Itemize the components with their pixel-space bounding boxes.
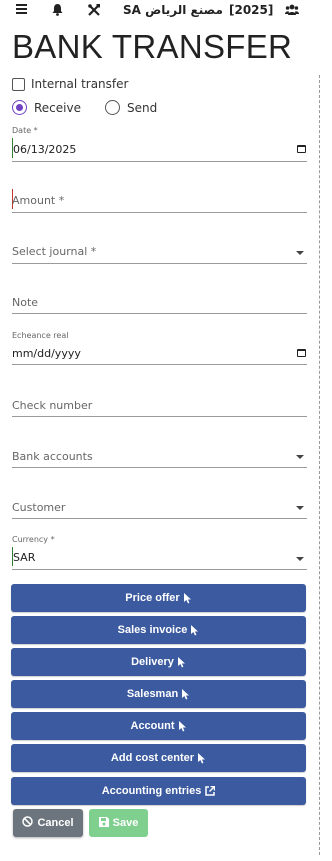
calendar-icon[interactable] [297, 349, 306, 357]
pointer-icon [183, 592, 192, 604]
price-offer-button[interactable]: Price offer [11, 584, 306, 612]
salesman-label: Salesman [126, 688, 179, 700]
check-number-input[interactable]: Check number [12, 399, 92, 412]
radio-receive[interactable]: Receive [12, 100, 81, 115]
tools-icon[interactable] [88, 4, 100, 16]
pointer-icon [198, 752, 206, 764]
account-button[interactable]: Account [11, 712, 306, 740]
account-label: Account [130, 720, 175, 732]
external-link-icon [205, 786, 216, 796]
floppy-disk-icon [98, 816, 113, 830]
check-number-field[interactable]: Check number [12, 390, 307, 417]
cancel-button[interactable]: Cancel [13, 809, 83, 837]
top-bar: SA مصنع الرياض [2025] [0, 0, 332, 22]
accounting-entries-label: Accounting entries [101, 785, 202, 797]
echeance-value[interactable]: mm/dd/yyyy [12, 347, 81, 360]
scroll-divider [319, 75, 320, 855]
date-label: Date * [12, 126, 38, 135]
radio-send-label: Send [126, 100, 158, 115]
echeance-field[interactable]: Echeance real mm/dd/yyyy [12, 330, 307, 365]
currency-value[interactable]: SAR [13, 551, 35, 564]
ban-icon [22, 816, 37, 830]
date-value[interactable]: 06/13/2025 [13, 143, 76, 156]
internal-transfer-checkbox-row[interactable]: Internal transfer [12, 77, 128, 91]
internal-transfer-label: Internal transfer [31, 77, 129, 91]
chevron-down-icon[interactable] [296, 557, 304, 561]
add-cost-center-button[interactable]: Add cost center [11, 744, 306, 772]
date-field[interactable]: Date * 06/13/2025 [12, 124, 307, 162]
menu-icon[interactable] [16, 4, 27, 14]
save-label: Save [112, 817, 139, 829]
salesman-button[interactable]: Salesman [11, 680, 306, 708]
sales-invoice-button[interactable]: Sales invoice [11, 616, 306, 644]
bank-accounts-placeholder: Bank accounts [12, 450, 93, 463]
radio-send-dot[interactable] [104, 100, 120, 115]
delivery-label: Delivery [131, 656, 174, 668]
chevron-down-icon[interactable] [296, 251, 304, 255]
sales-invoice-label: Sales invoice [117, 624, 188, 636]
cancel-label: Cancel [37, 817, 74, 829]
price-offer-label: Price offer [125, 592, 180, 604]
pointer-icon [178, 720, 187, 732]
note-input[interactable]: Note [12, 296, 38, 309]
amount-field[interactable]: Amount * [12, 185, 307, 213]
radio-receive-dot[interactable] [12, 100, 27, 115]
calendar-icon[interactable] [297, 145, 306, 153]
amount-input[interactable]: Amount * [12, 194, 64, 207]
bell-icon[interactable] [52, 4, 63, 16]
delivery-button[interactable]: Delivery [11, 648, 306, 676]
add-cost-center-label: Add cost center [110, 752, 195, 764]
users-icon[interactable] [285, 4, 299, 15]
bank-accounts-select[interactable]: Bank accounts [12, 441, 307, 468]
chevron-down-icon[interactable] [296, 455, 304, 459]
customer-select[interactable]: Customer [12, 492, 307, 519]
customer-placeholder: Customer [12, 501, 66, 514]
fiscal-year[interactable]: [2025] [229, 3, 273, 17]
page-title: BANK TRANSFER [12, 28, 293, 65]
company-name[interactable]: SA مصنع الرياض [123, 3, 223, 17]
radio-send[interactable]: Send [104, 100, 158, 115]
echeance-label: Echeance real [12, 331, 69, 340]
note-field[interactable]: Note [12, 288, 307, 314]
chevron-down-icon[interactable] [296, 506, 304, 510]
pointer-icon [191, 624, 199, 636]
internal-transfer-checkbox[interactable] [12, 77, 25, 91]
currency-select[interactable]: Currency * SAR [12, 534, 307, 570]
accounting-entries-button[interactable]: Accounting entries [11, 777, 306, 805]
save-button[interactable]: Save [89, 809, 148, 837]
currency-label: Currency * [12, 535, 55, 544]
pointer-icon [182, 688, 190, 700]
radio-receive-label: Receive [34, 100, 81, 115]
pointer-icon [177, 656, 186, 668]
journal-select[interactable]: Select journal * [12, 237, 307, 264]
direction-radio-group: Receive Send [12, 100, 181, 115]
journal-select-placeholder: Select journal * [12, 245, 97, 258]
